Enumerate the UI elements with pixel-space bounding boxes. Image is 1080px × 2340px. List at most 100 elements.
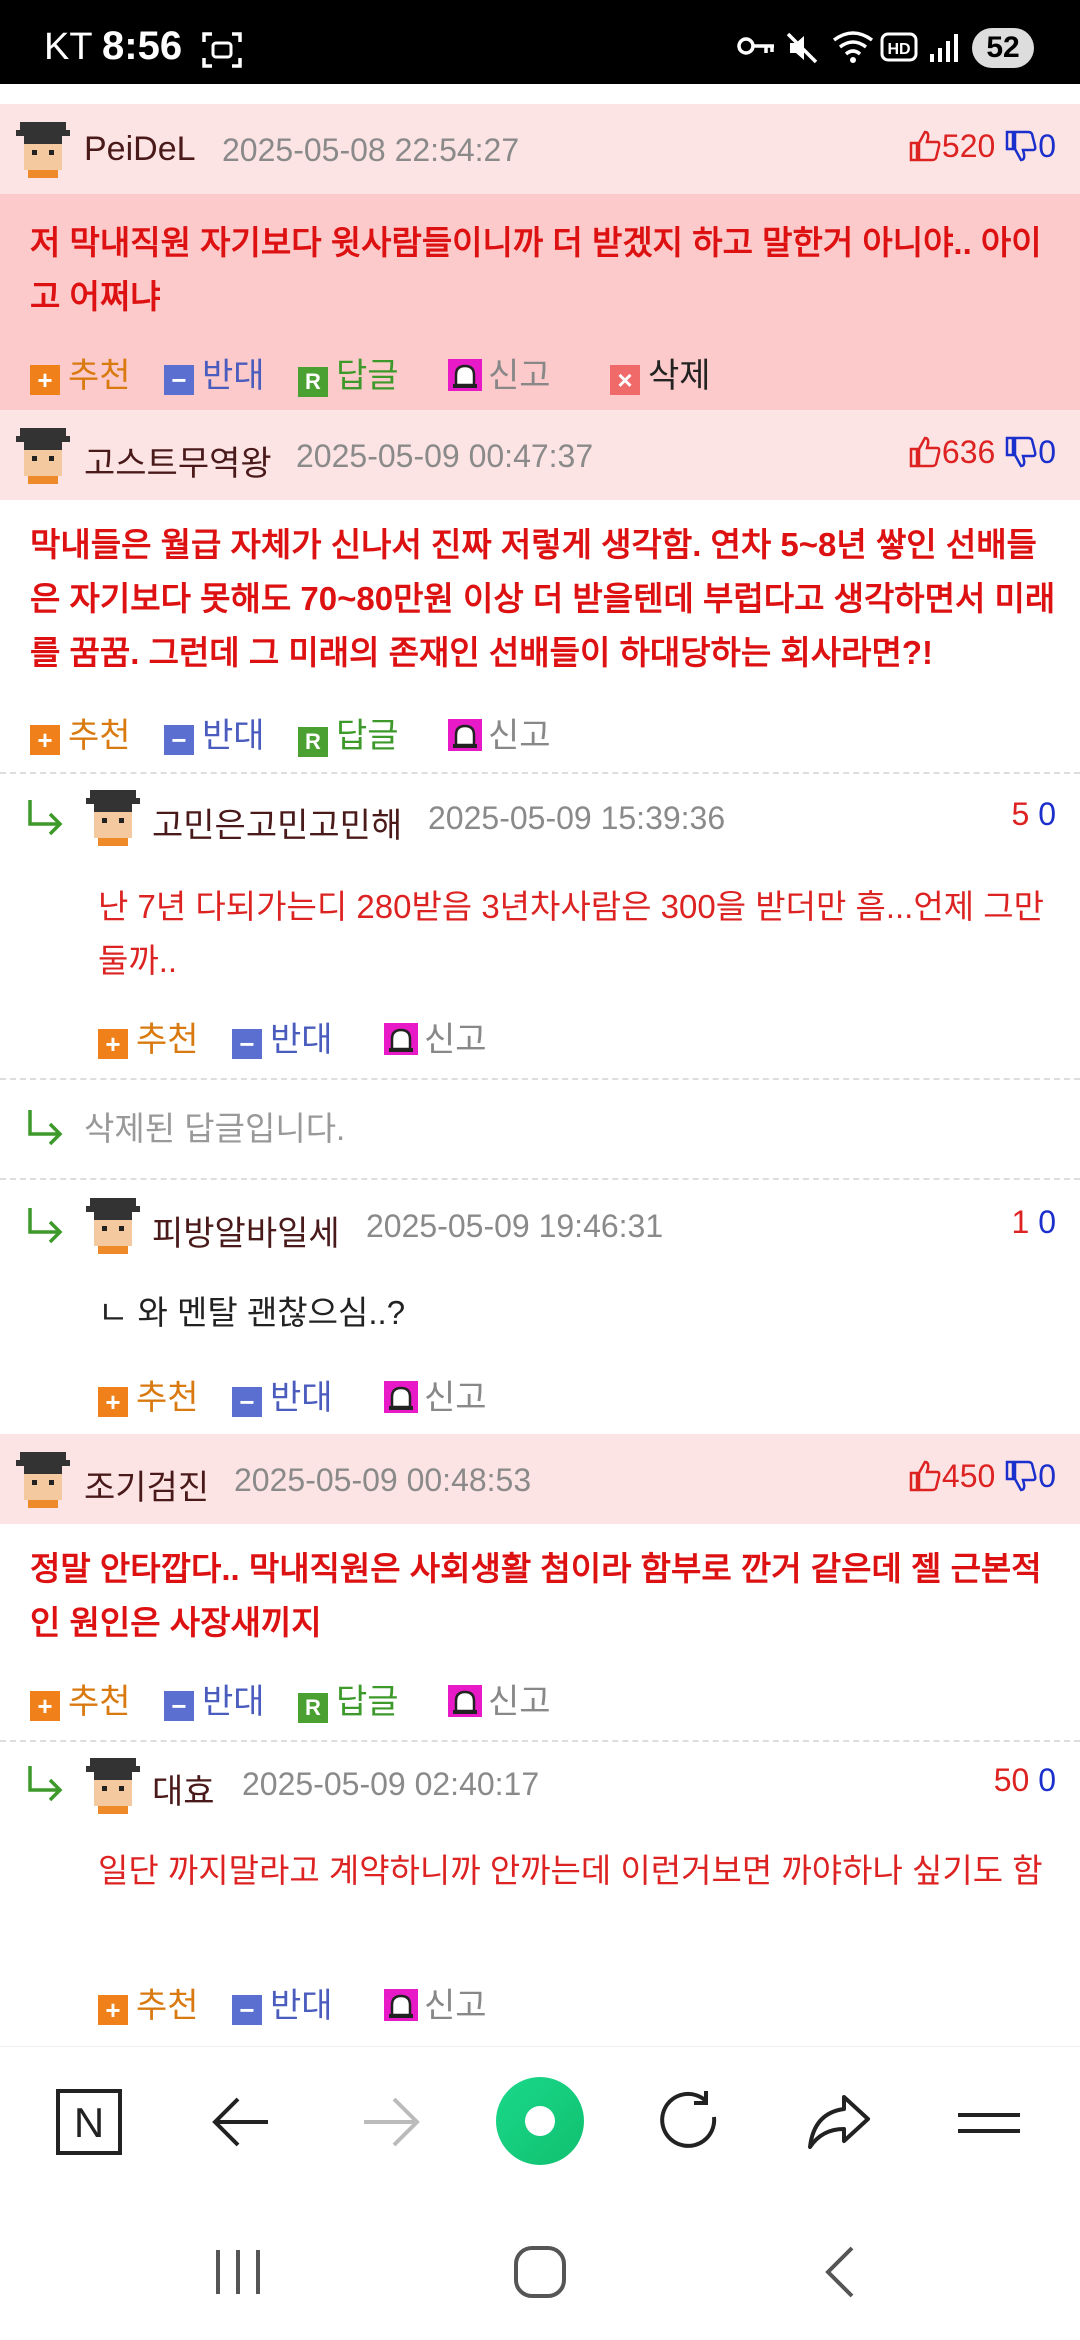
screen-capture-icon <box>202 32 242 68</box>
downvote-count: 0 <box>1038 434 1056 470</box>
reply-button[interactable]: R 답글 <box>298 1674 399 1723</box>
oppose-label: 반대 <box>270 1987 333 2025</box>
recent-apps-icon[interactable] <box>210 2246 266 2298</box>
reply-label: 답글 <box>336 717 399 755</box>
delete-button[interactable]: × 삭제 <box>610 348 711 397</box>
plus-icon: + <box>98 1029 128 1059</box>
comment-date: 2025-05-08 22:54:27 <box>222 132 520 168</box>
minus-icon: − <box>164 725 194 755</box>
forward-arrow-icon[interactable] <box>356 2087 426 2157</box>
reply-arrow-icon <box>28 1110 63 1146</box>
vpn-key-icon <box>737 37 774 55</box>
siren-icon <box>384 1381 418 1413</box>
reply-arrow-icon <box>28 800 63 836</box>
reply-label: 답글 <box>336 357 399 395</box>
comment-author[interactable]: PeiDeL <box>84 130 196 169</box>
reply-button[interactable]: R 답글 <box>298 708 399 757</box>
thumbs-down-icon[interactable] <box>1004 129 1038 163</box>
reply-author[interactable]: 피방알바일세 <box>152 1206 340 1255</box>
report-label: 신고 <box>424 1379 487 1417</box>
upvote-count: 1 <box>1011 1204 1030 1240</box>
refresh-icon[interactable] <box>654 2087 724 2157</box>
thumbs-down-icon[interactable] <box>1004 1459 1038 1493</box>
home-tab-button[interactable]: N <box>54 2087 124 2157</box>
oppose-button[interactable]: − 반대 <box>232 1978 333 2027</box>
recommend-button[interactable]: + 추천 <box>98 1370 199 1419</box>
comment-text: 저 막내직원 자기보다 윗사람들이니까 더 받겠지 하고 말한거 아니야.. 아… <box>30 224 1042 315</box>
oppose-button[interactable]: − 반대 <box>164 348 265 397</box>
recommend-label: 추천 <box>136 1021 199 1059</box>
report-label: 신고 <box>424 1987 487 2025</box>
downvote-count: 0 <box>1038 128 1056 164</box>
oppose-button[interactable]: − 반대 <box>232 1012 333 1061</box>
recommend-button[interactable]: + 추천 <box>30 348 131 397</box>
reply-text: 난 7년 다되가는디 280받음 3년차사람은 300을 받더만 흠...언제 … <box>98 888 1044 979</box>
browser-toolbar: N <box>0 2046 1080 2196</box>
share-icon[interactable] <box>804 2087 874 2157</box>
signal-icon <box>930 34 958 62</box>
back-arrow-icon[interactable] <box>206 2087 276 2157</box>
report-label: 신고 <box>424 1021 487 1059</box>
oppose-button[interactable]: − 반대 <box>164 1674 265 1723</box>
oppose-button[interactable]: − 반대 <box>232 1370 333 1419</box>
plus-icon: + <box>30 1691 60 1721</box>
delete-x-icon: × <box>610 365 640 395</box>
reply-icon: R <box>298 727 328 757</box>
minus-icon: − <box>232 1995 262 2025</box>
downvote-count: 0 <box>1038 1762 1056 1798</box>
reply-icon: R <box>298 367 328 397</box>
oppose-label: 반대 <box>202 717 265 755</box>
report-button[interactable]: 신고 <box>384 1012 487 1061</box>
report-button[interactable]: 신고 <box>384 1370 487 1419</box>
home-icon[interactable] <box>512 2244 568 2300</box>
reply-button[interactable]: R 답글 <box>298 348 399 397</box>
svg-text:HD: HD <box>887 41 910 58</box>
thumbs-up-icon[interactable] <box>908 1459 942 1493</box>
upvote-count: 5 <box>1011 796 1030 832</box>
home-tab-letter: N <box>74 2099 104 2146</box>
report-button[interactable]: 신고 <box>448 348 551 397</box>
report-button[interactable]: 신고 <box>384 1978 487 2027</box>
siren-icon <box>384 1989 418 2021</box>
whale-home-button[interactable] <box>496 2077 584 2165</box>
reply-actions: + 추천 − 반대 신고 <box>98 1370 998 1417</box>
thumbs-up-icon[interactable] <box>908 129 942 163</box>
avatar-icon <box>86 1758 140 1814</box>
back-icon[interactable] <box>820 2244 860 2300</box>
menu-icon[interactable] <box>954 2087 1024 2157</box>
reply-label: 답글 <box>336 1683 399 1721</box>
recommend-button[interactable]: + 추천 <box>98 1978 199 2027</box>
reply-author[interactable]: 대효 <box>152 1764 215 1813</box>
carrier-label: KT <box>44 26 93 68</box>
comment-date: 2025-05-09 00:48:53 <box>234 1462 532 1498</box>
thumbs-up-icon[interactable] <box>908 435 942 469</box>
recommend-label: 추천 <box>136 1379 199 1417</box>
reply-author[interactable]: 고민은고민고민해 <box>152 798 402 847</box>
recommend-button[interactable]: + 추천 <box>30 1674 131 1723</box>
upvote-count: 50 <box>993 1762 1030 1798</box>
vote-counts: 450 0 <box>908 1458 1056 1495</box>
report-button[interactable]: 신고 <box>448 708 551 757</box>
comment-author[interactable]: 조기검진 <box>84 1460 209 1509</box>
thumbs-down-icon[interactable] <box>1004 435 1038 469</box>
report-button[interactable]: 신고 <box>448 1674 551 1723</box>
recommend-button[interactable]: + 추천 <box>30 708 131 757</box>
recommend-button[interactable]: + 추천 <box>98 1012 199 1061</box>
oppose-label: 반대 <box>270 1021 333 1059</box>
upvote-count: 636 <box>941 434 996 470</box>
reply-item: 고민은고민고민해 2025-05-09 15:39:36 5 0 난 7년 다되… <box>0 772 1080 1080</box>
comment-author[interactable]: 고스트무역왕 <box>84 436 272 485</box>
reply-actions: + 추천 − 반대 신고 <box>98 1978 998 2025</box>
vote-counts: 636 0 <box>908 434 1056 471</box>
comment-actions: + 추천 − 반대 R 답글 신고 × 삭제 <box>30 348 1060 397</box>
reply-icon: R <box>298 1693 328 1723</box>
siren-icon <box>384 1023 418 1055</box>
avatar-icon <box>16 428 70 484</box>
vote-counts: 50 0 <box>994 1762 1056 1799</box>
oppose-button[interactable]: − 반대 <box>164 708 265 757</box>
oppose-label: 반대 <box>270 1379 333 1417</box>
comment-actions: + 추천 − 반대 R 답글 신고 <box>30 708 1060 757</box>
recommend-label: 추천 <box>68 357 131 395</box>
comment-text: 막내들은 월급 자체가 신나서 진짜 저렇게 생각함. 연차 5~8년 쌓인 선… <box>30 526 1056 671</box>
report-label: 신고 <box>488 357 551 395</box>
